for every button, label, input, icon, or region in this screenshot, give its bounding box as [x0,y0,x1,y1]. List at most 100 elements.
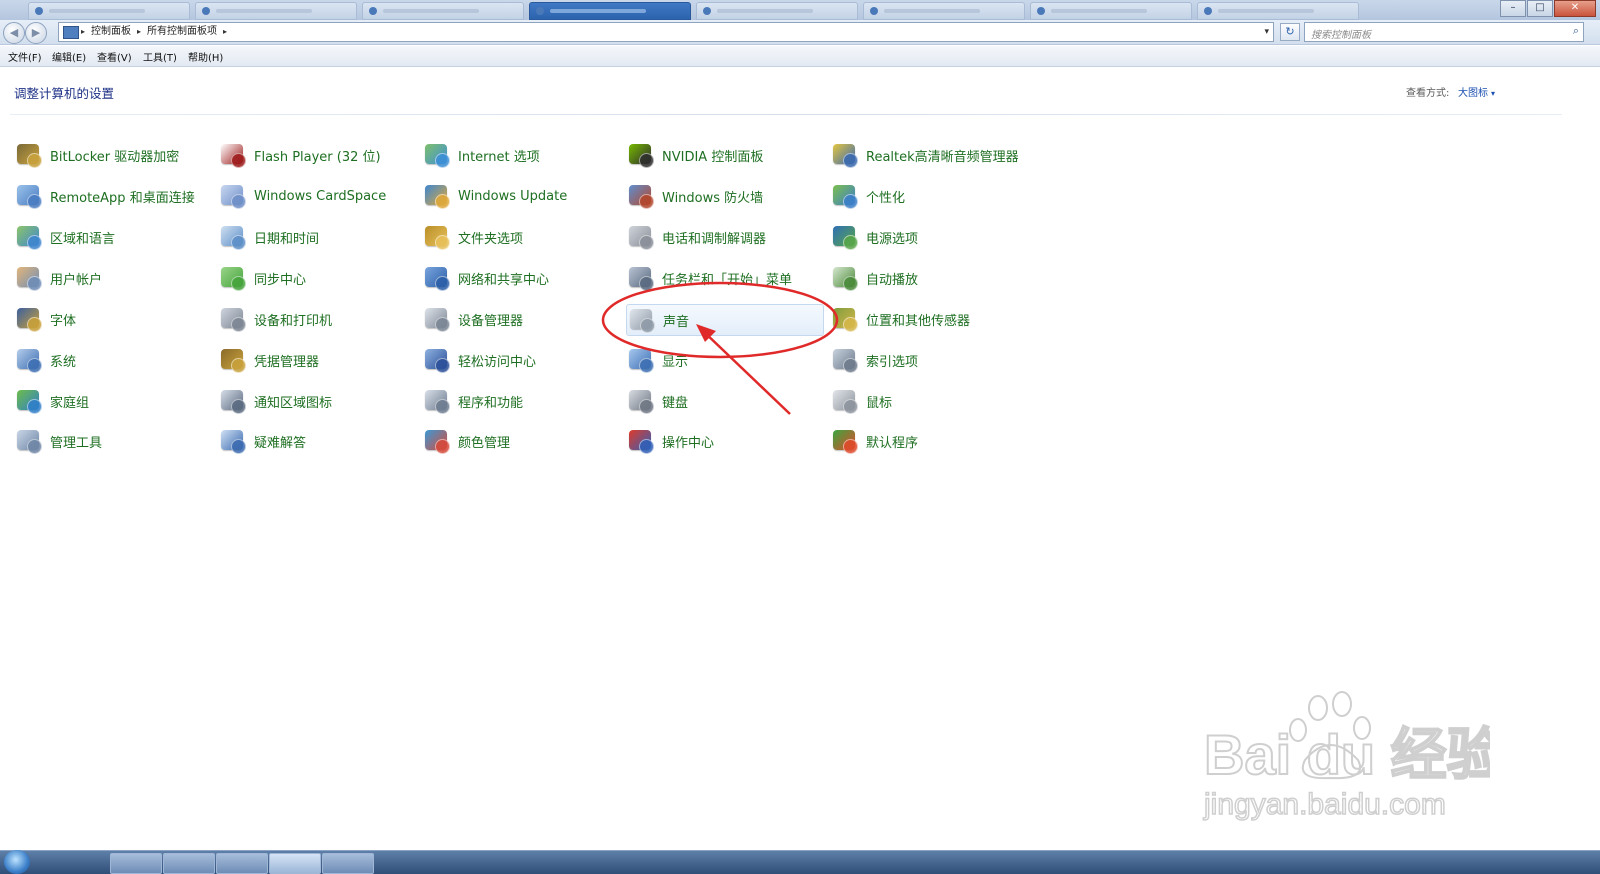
browser-tab[interactable] [362,2,524,20]
back-arrow-icon[interactable]: ◀ [3,22,25,44]
taskbar-button-active[interactable] [269,853,321,874]
control-panel-item-label: 操作中心 [662,435,715,451]
device-manager-icon [422,304,452,334]
control-panel-item[interactable]: 轻松访问中心 [422,345,622,375]
bitlocker-icon [14,140,44,170]
control-panel-item[interactable]: 通知区域图标 [218,386,418,416]
browser-tab[interactable] [1030,2,1192,20]
control-panel-item[interactable]: 默认程序 [830,426,1030,456]
menu-view[interactable]: 查看(V) [97,49,132,64]
realtek-icon [830,140,860,170]
control-panel-item[interactable]: RemoteApp 和桌面连接 [14,181,214,211]
control-panel-item-label: Flash Player (32 位) [254,149,381,165]
refresh-button[interactable]: ↻ [1280,23,1300,41]
taskbar-button[interactable] [322,853,374,874]
taskbar [0,850,1600,874]
control-panel-item[interactable]: 鼠标 [830,386,1030,416]
breadcrumb-separator: ▸ [137,27,142,36]
minimize-button[interactable]: – [1500,0,1526,17]
control-panel-item[interactable]: 文件夹选项 [422,222,622,252]
sync-center-icon [218,263,248,293]
address-toolbar: ◀ ▶ ▸ 控制面板 ▸ 所有控制面板项 ▸ ▾ ↻ ⌕ [0,20,1600,45]
browser-tab[interactable] [195,2,357,20]
address-dropdown-icon[interactable]: ▾ [1264,23,1269,41]
phone-modem-icon [626,222,656,252]
fonts-icon [14,304,44,334]
search-input[interactable] [1305,26,1563,45]
menu-bar: 文件(F) 编辑(E) 查看(V) 工具(T) 帮助(H) [0,46,1600,67]
control-panel-item[interactable]: 区域和语言 [14,222,214,252]
control-panel-item-label: 声音 [663,314,690,330]
control-panel-item[interactable]: 位置和其他传感器 [830,304,1030,334]
control-panel-item-label: 任务栏和「开始」菜单 [662,272,793,288]
control-panel-item[interactable]: Windows 防火墙 [626,181,826,211]
control-panel-item[interactable]: 键盘 [626,386,826,416]
control-panel-item[interactable]: 疑难解答 [218,426,418,456]
breadcrumb-separator[interactable]: ▸ [223,23,227,41]
control-panel-item[interactable]: 任务栏和「开始」菜单 [626,263,826,293]
taskbar-button[interactable] [163,853,215,874]
control-panel-item[interactable]: 系统 [14,345,214,375]
control-panel-item[interactable]: BitLocker 驱动器加密 [14,140,214,170]
control-panel-item[interactable]: 自动播放 [830,263,1030,293]
control-panel-item[interactable]: Flash Player (32 位) [218,140,418,170]
menu-edit[interactable]: 编辑(E) [52,49,86,64]
control-panel-item[interactable]: 同步中心 [218,263,418,293]
credential-manager-icon [218,345,248,375]
taskbar-button[interactable] [110,853,162,874]
control-panel-item[interactable]: 声音 [626,304,824,336]
menu-help[interactable]: 帮助(H) [188,49,223,64]
control-panel-item[interactable]: 显示 [626,345,826,375]
search-box: ⌕ [1304,22,1584,45]
control-panel-item[interactable]: Windows CardSpace [218,181,418,211]
windows-start-orb-icon[interactable] [4,850,30,874]
breadcrumb-control-panel[interactable]: 控制面板 [91,23,131,41]
control-panel-item[interactable]: 设备和打印机 [218,304,418,334]
control-panel-item-label: 网络和共享中心 [458,272,550,288]
control-panel-item[interactable]: 用户帐户 [14,263,214,293]
menu-tools[interactable]: 工具(T) [143,49,177,64]
close-button[interactable]: ✕ [1554,0,1596,17]
browser-tab-active[interactable] [529,2,691,20]
personalization-icon [830,181,860,211]
control-panel-item[interactable]: 设备管理器 [422,304,622,334]
control-panel-item[interactable]: 网络和共享中心 [422,263,622,293]
control-panel-item[interactable]: 程序和功能 [422,386,622,416]
browser-tab[interactable] [696,2,858,20]
search-icon[interactable]: ⌕ [1573,24,1579,38]
maximize-button[interactable]: □ [1527,0,1553,17]
folder-options-icon [422,222,452,252]
control-panel-item[interactable]: 字体 [14,304,214,334]
breadcrumb-all-items[interactable]: 所有控制面板项 [147,23,217,41]
taskbar-button[interactable] [216,853,268,874]
menu-file[interactable]: 文件(F) [8,49,42,64]
browser-tab[interactable] [1197,2,1359,20]
forward-arrow-icon[interactable]: ▶ [25,22,47,44]
control-panel-item[interactable]: 管理工具 [14,426,214,456]
tab-title-blurred [550,9,646,13]
control-panel-item[interactable]: 索引选项 [830,345,1030,375]
address-box[interactable]: ▸ 控制面板 ▸ 所有控制面板项 ▸ ▾ [58,22,1274,42]
tab-title-blurred [1218,9,1314,13]
control-panel-item[interactable]: 颜色管理 [422,426,622,456]
browser-tab[interactable] [863,2,1025,20]
control-panel-item[interactable]: 个性化 [830,181,1030,211]
view-by-dropdown[interactable]: 大图标 ▾ [1458,84,1495,99]
control-panel-item[interactable]: Internet 选项 [422,140,622,170]
control-panel-item-label: 区域和语言 [50,231,116,247]
control-panel-item[interactable]: 日期和时间 [218,222,418,252]
browser-tab[interactable] [28,2,190,20]
control-panel-item[interactable]: 家庭组 [14,386,214,416]
chevron-down-icon: ▾ [1491,89,1496,98]
control-panel-item[interactable]: 电话和调制解调器 [626,222,826,252]
remoteapp-icon [14,181,44,211]
control-panel-item[interactable]: Realtek高清晰音频管理器 [830,140,1030,170]
control-panel-item[interactable]: 电源选项 [830,222,1030,252]
control-panel-item[interactable]: 操作中心 [626,426,826,456]
control-panel-icon [63,26,79,39]
control-panel-item[interactable]: Windows Update [422,181,622,211]
control-panel-item[interactable]: 凭据管理器 [218,345,418,375]
control-panel-item[interactable]: NVIDIA 控制面板 [626,140,826,170]
network-sharing-icon [422,263,452,293]
control-panel-item-label: Internet 选项 [458,149,540,165]
